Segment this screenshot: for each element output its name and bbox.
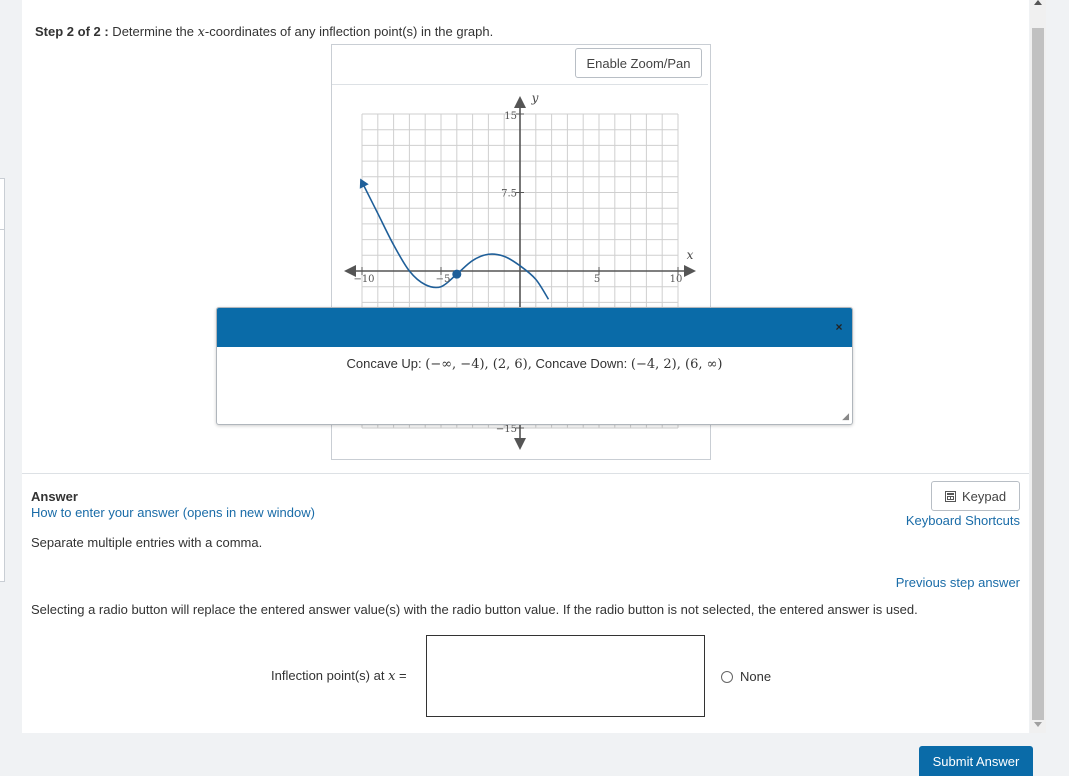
y-axis-bottom-arrow-icon — [514, 438, 526, 450]
concavity-popup: × Concave Up: (−∞, −4), (2, 6), Concave … — [216, 307, 853, 425]
x-tick-label: −5 — [436, 274, 451, 285]
how-to-enter-link[interactable]: How to enter your answer (opens in new w… — [31, 505, 315, 520]
x-axis-label: x — [687, 248, 694, 262]
previous-step-answer-link[interactable]: Previous step answer — [896, 575, 1020, 590]
concave-up-label: Concave Up: — [346, 356, 426, 371]
popup-close-icon[interactable]: × — [832, 320, 846, 334]
x-tick-label: −10 — [353, 274, 374, 285]
keyboard-shortcuts-link[interactable]: Keyboard Shortcuts — [906, 513, 1020, 528]
y-tick-label: 7.5 — [501, 189, 517, 200]
concave-up-intervals: (−∞, −4), (2, 6), — [425, 357, 532, 372]
section-divider — [22, 473, 1029, 474]
inflection-label-text: Inflection point(s) at — [271, 668, 389, 683]
keypad-button[interactable]: Keypad — [931, 481, 1020, 511]
y-axis-top-arrow-icon — [514, 96, 526, 108]
y-tick-label: 15 — [504, 111, 517, 122]
vertical-scrollbar[interactable] — [1030, 0, 1046, 733]
submit-answer-button[interactable]: Submit Answer — [919, 746, 1033, 776]
x-axis-right-arrow-icon — [684, 265, 696, 277]
x-tick-label: 10 — [670, 274, 683, 285]
inflection-answer-input[interactable] — [426, 635, 705, 717]
scroll-thumb[interactable] — [1032, 28, 1044, 720]
scroll-down-arrow-icon[interactable] — [1034, 722, 1042, 727]
separate-entries-note: Separate multiple entries with a comma. — [31, 535, 263, 550]
y-axis-label: y — [531, 91, 539, 105]
calculator-icon — [944, 490, 956, 502]
marked-point — [452, 269, 462, 279]
radio-selection-note: Selecting a radio button will replace th… — [31, 602, 918, 617]
none-radio-label: None — [740, 669, 772, 684]
concave-down-intervals: (−4, 2), (6, ∞) — [630, 357, 723, 372]
inflection-label: Inflection point(s) at x = — [271, 668, 407, 684]
scroll-up-arrow-icon[interactable] — [1034, 0, 1042, 5]
y-tick-label: −15 — [496, 424, 517, 435]
concave-down-label: Concave Down: — [531, 356, 631, 371]
inflection-eq: = — [395, 668, 407, 683]
none-radio-option[interactable]: None — [721, 669, 771, 684]
answer-heading: Answer — [31, 489, 78, 504]
x-tick-label: 5 — [594, 274, 600, 285]
keypad-label: Keypad — [961, 488, 1007, 504]
resize-handle-icon[interactable]: ◢ — [842, 411, 849, 422]
popup-text: Concave Up: (−∞, −4), (2, 6), Concave Do… — [217, 356, 852, 372]
popup-header — [217, 308, 852, 347]
none-radio-button[interactable] — [721, 670, 733, 683]
